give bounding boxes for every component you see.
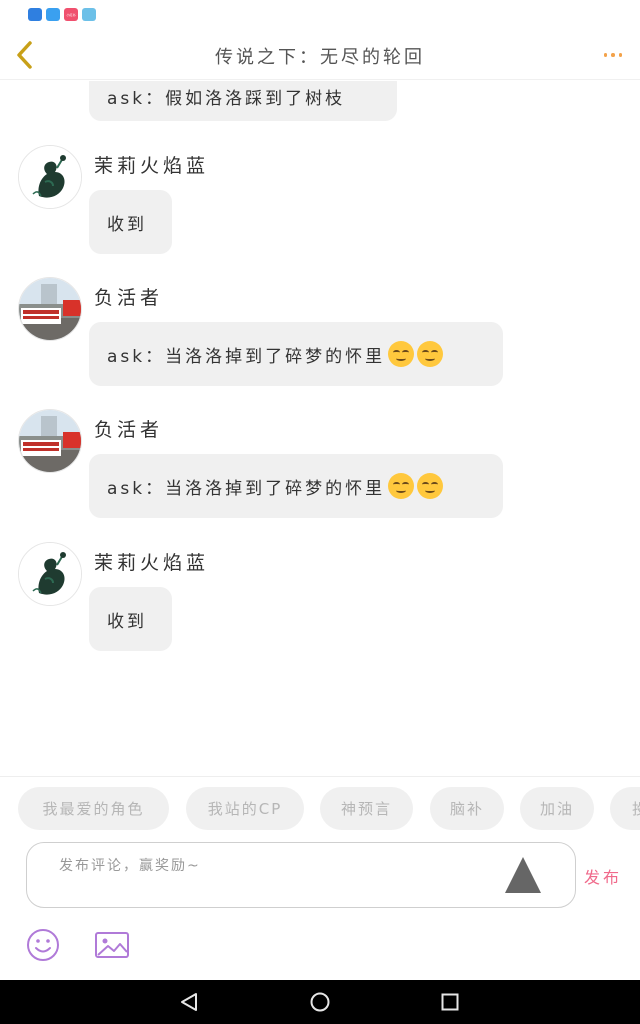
- smirk-emoji-icon: [388, 473, 415, 499]
- comment-input-placeholder: 发布评论，赢奖励~: [59, 858, 201, 874]
- comment-text: 收到: [107, 214, 147, 235]
- comment-list[interactable]: ask：假如洛洛踩到了树枝 茉莉火焰蓝 收到 负活者 ask：当洛洛掉到了碎梦的…: [0, 81, 640, 771]
- news-app-icon: 小红书: [64, 8, 78, 21]
- news-app-label: 小红书: [66, 12, 76, 17]
- tag-favorite-character[interactable]: 我最爱的角色: [18, 787, 169, 830]
- comment-bubble: ask：当洛洛掉到了碎梦的怀里: [89, 454, 503, 518]
- chat-app-icon: [46, 8, 60, 21]
- comment-bubble: ask：假如洛洛踩到了树枝: [89, 81, 397, 121]
- avatar[interactable]: [18, 542, 82, 606]
- comment-text: 收到: [107, 611, 147, 632]
- tag-vote[interactable]: 投: [610, 787, 640, 830]
- tag-prophecy[interactable]: 神预言: [320, 787, 413, 830]
- comment-bubble: 收到: [89, 587, 172, 651]
- shield-app-icon: [28, 8, 42, 21]
- resize-handle-icon[interactable]: [505, 857, 541, 893]
- nav-home-icon: [310, 992, 330, 1012]
- comment-bubble: ask：当洛洛掉到了碎梦的怀里: [89, 322, 503, 386]
- map-app-icon: [82, 8, 96, 21]
- avatar[interactable]: [18, 277, 82, 341]
- dark-plant-avatar-icon: [19, 543, 81, 605]
- nav-recent-button[interactable]: [440, 992, 460, 1012]
- avatar[interactable]: [18, 145, 82, 209]
- smirk-emoji-icon: [417, 341, 444, 367]
- comment-bubble: 收到: [89, 190, 172, 254]
- tag-cheer[interactable]: 加油: [520, 787, 594, 830]
- tag-imagine[interactable]: 脑补: [430, 787, 504, 830]
- publish-button[interactable]: 发布: [584, 864, 622, 888]
- image-button[interactable]: [94, 930, 130, 960]
- nav-recent-icon: [441, 993, 459, 1011]
- nav-back-button[interactable]: [178, 991, 200, 1013]
- top-bar: 传说之下：无尽的轮回: [0, 30, 640, 80]
- page-title: 传说之下：无尽的轮回: [215, 47, 425, 68]
- image-icon: [95, 932, 129, 958]
- navigation-bar: [0, 980, 640, 1024]
- comment-input[interactable]: 发布评论，赢奖励~: [26, 842, 576, 908]
- dark-plant-avatar-icon: [19, 146, 81, 208]
- back-button[interactable]: [8, 37, 44, 73]
- status-bar: 小红书: [0, 0, 640, 30]
- street-photo-avatar-icon: [19, 410, 81, 472]
- tag-suggestions: 我最爱的角色 我站的CP 神预言 脑补 加油 投: [0, 776, 640, 838]
- comment-text: ask：当洛洛掉到了碎梦的怀里: [107, 346, 386, 367]
- comment-username[interactable]: 负活者: [94, 283, 163, 310]
- street-photo-avatar-icon: [19, 278, 81, 340]
- tag-my-cp[interactable]: 我站的CP: [186, 787, 304, 830]
- avatar[interactable]: [18, 409, 82, 473]
- chevron-left-icon: [17, 41, 32, 69]
- smirk-emoji-icon: [388, 341, 415, 367]
- status-icons: 小红书: [28, 8, 96, 21]
- emoji-button[interactable]: [26, 928, 60, 962]
- more-dots-icon[interactable]: [598, 44, 628, 66]
- nav-back-icon: [181, 993, 197, 1011]
- comment-text: ask：假如洛洛踩到了树枝: [107, 88, 346, 109]
- comment-username[interactable]: 茉莉火焰蓝: [94, 151, 209, 178]
- comment-text: ask：当洛洛掉到了碎梦的怀里: [107, 478, 386, 499]
- nav-home-button[interactable]: [309, 991, 331, 1013]
- comment-username[interactable]: 茉莉火焰蓝: [94, 548, 209, 575]
- smiley-icon: [27, 929, 59, 961]
- smirk-emoji-icon: [417, 473, 444, 499]
- comment-username[interactable]: 负活者: [94, 415, 163, 442]
